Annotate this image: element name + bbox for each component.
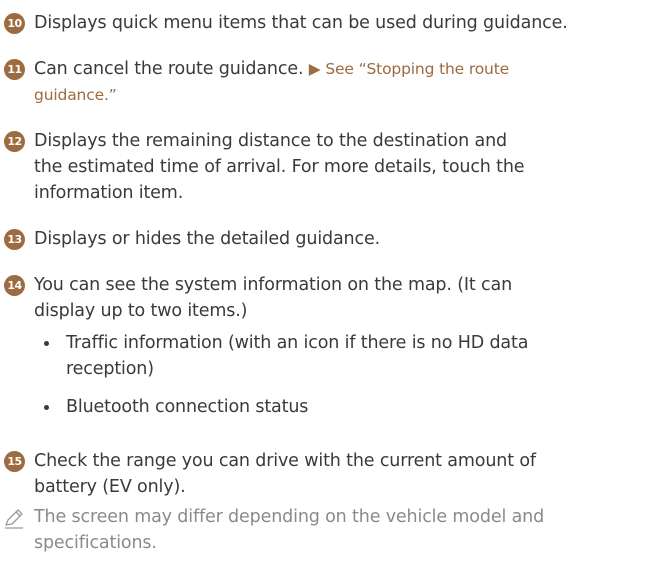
item-12-line-1: Displays the remaining distance to the d…	[34, 131, 507, 151]
bullet-bluetooth-line-1: Bluetooth connection status	[66, 397, 309, 417]
number-badge-10: 10	[4, 13, 25, 34]
item-12-text: Displays the remaining distance to the d…	[34, 128, 652, 206]
item-15-line-2: battery (EV only).	[34, 477, 186, 497]
cross-reference-link[interactable]: ▶ See “Stopping the route	[309, 60, 509, 78]
bullet-dot	[44, 341, 49, 346]
bullet-traffic-line-1: Traffic information (with an icon if the…	[66, 333, 529, 353]
cross-reference-link-cont[interactable]: guidance.”	[34, 86, 117, 104]
item-14-line-1: You can see the system information on th…	[34, 275, 513, 295]
item-12-line-3: information item.	[34, 183, 184, 203]
number-badge-14: 14	[4, 275, 25, 296]
number-badge-13: 13	[4, 229, 25, 250]
item-15-text: Check the range you can drive with the c…	[34, 448, 652, 500]
item-12-line-2: the estimated time of arrival. For more …	[34, 157, 525, 177]
number-badge-11: 11	[4, 59, 25, 80]
pencil-note-icon	[5, 509, 23, 529]
item-11-text: Can cancel the route guidance. ▶ See “St…	[34, 56, 652, 108]
item-10-text: Displays quick menu items that can be us…	[34, 13, 568, 33]
item-14-text: You can see the system information on th…	[34, 272, 652, 324]
item-13-text: Displays or hides the detailed guidance.	[34, 229, 380, 249]
bullet-item-traffic: Traffic information (with an icon if the…	[44, 330, 652, 382]
bullet-item-bluetooth: Bluetooth connection status	[44, 394, 652, 420]
note-text: The screen may differ depending on the v…	[34, 504, 652, 556]
bullet-traffic-line-2: reception)	[66, 359, 154, 379]
number-badge-15: 15	[4, 451, 25, 472]
note-line-1: The screen may differ depending on the v…	[34, 507, 545, 527]
number-badge-12: 12	[4, 131, 25, 152]
item-14-line-2: display up to two items.)	[34, 301, 248, 321]
item-11-body: Can cancel the route guidance.	[34, 59, 309, 79]
note-line-2: specifications.	[34, 533, 157, 553]
item-15-line-1: Check the range you can drive with the c…	[34, 451, 536, 471]
bullet-dot	[44, 405, 49, 410]
